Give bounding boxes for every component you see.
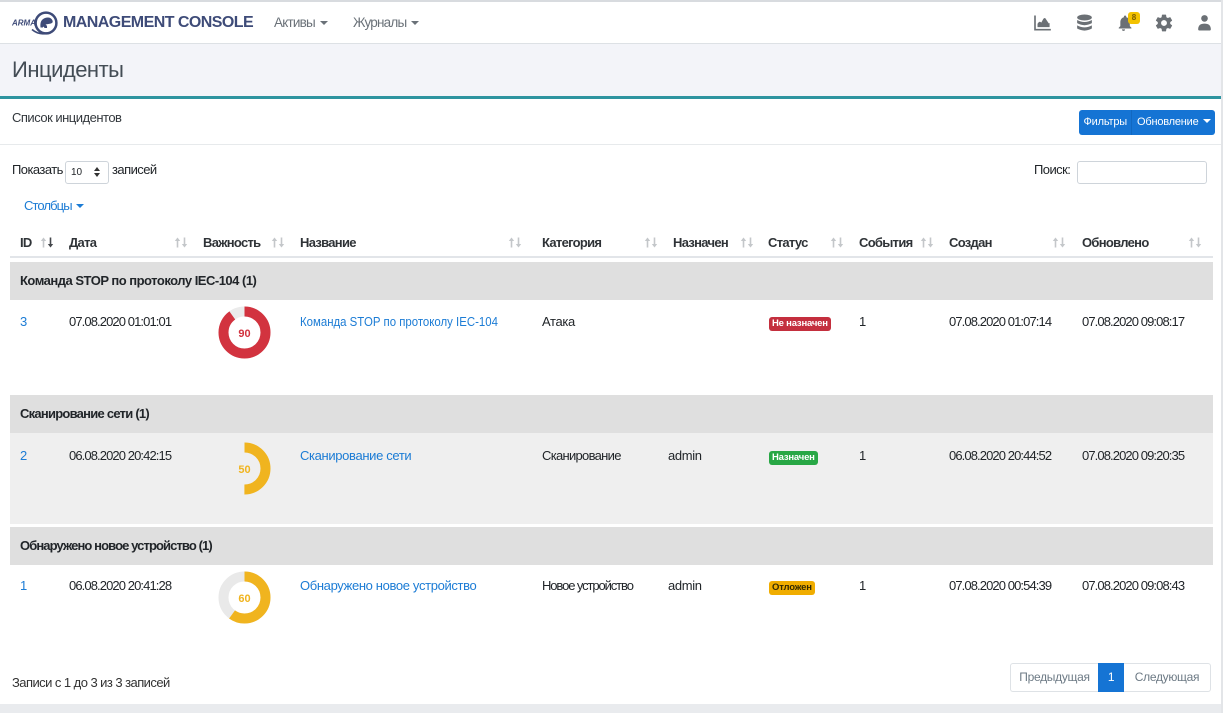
svg-text:60: 60 bbox=[238, 593, 250, 605]
svg-text:90: 90 bbox=[238, 328, 250, 340]
svg-text:50: 50 bbox=[238, 464, 250, 476]
svg-text:ARMA: ARMA bbox=[12, 19, 36, 28]
